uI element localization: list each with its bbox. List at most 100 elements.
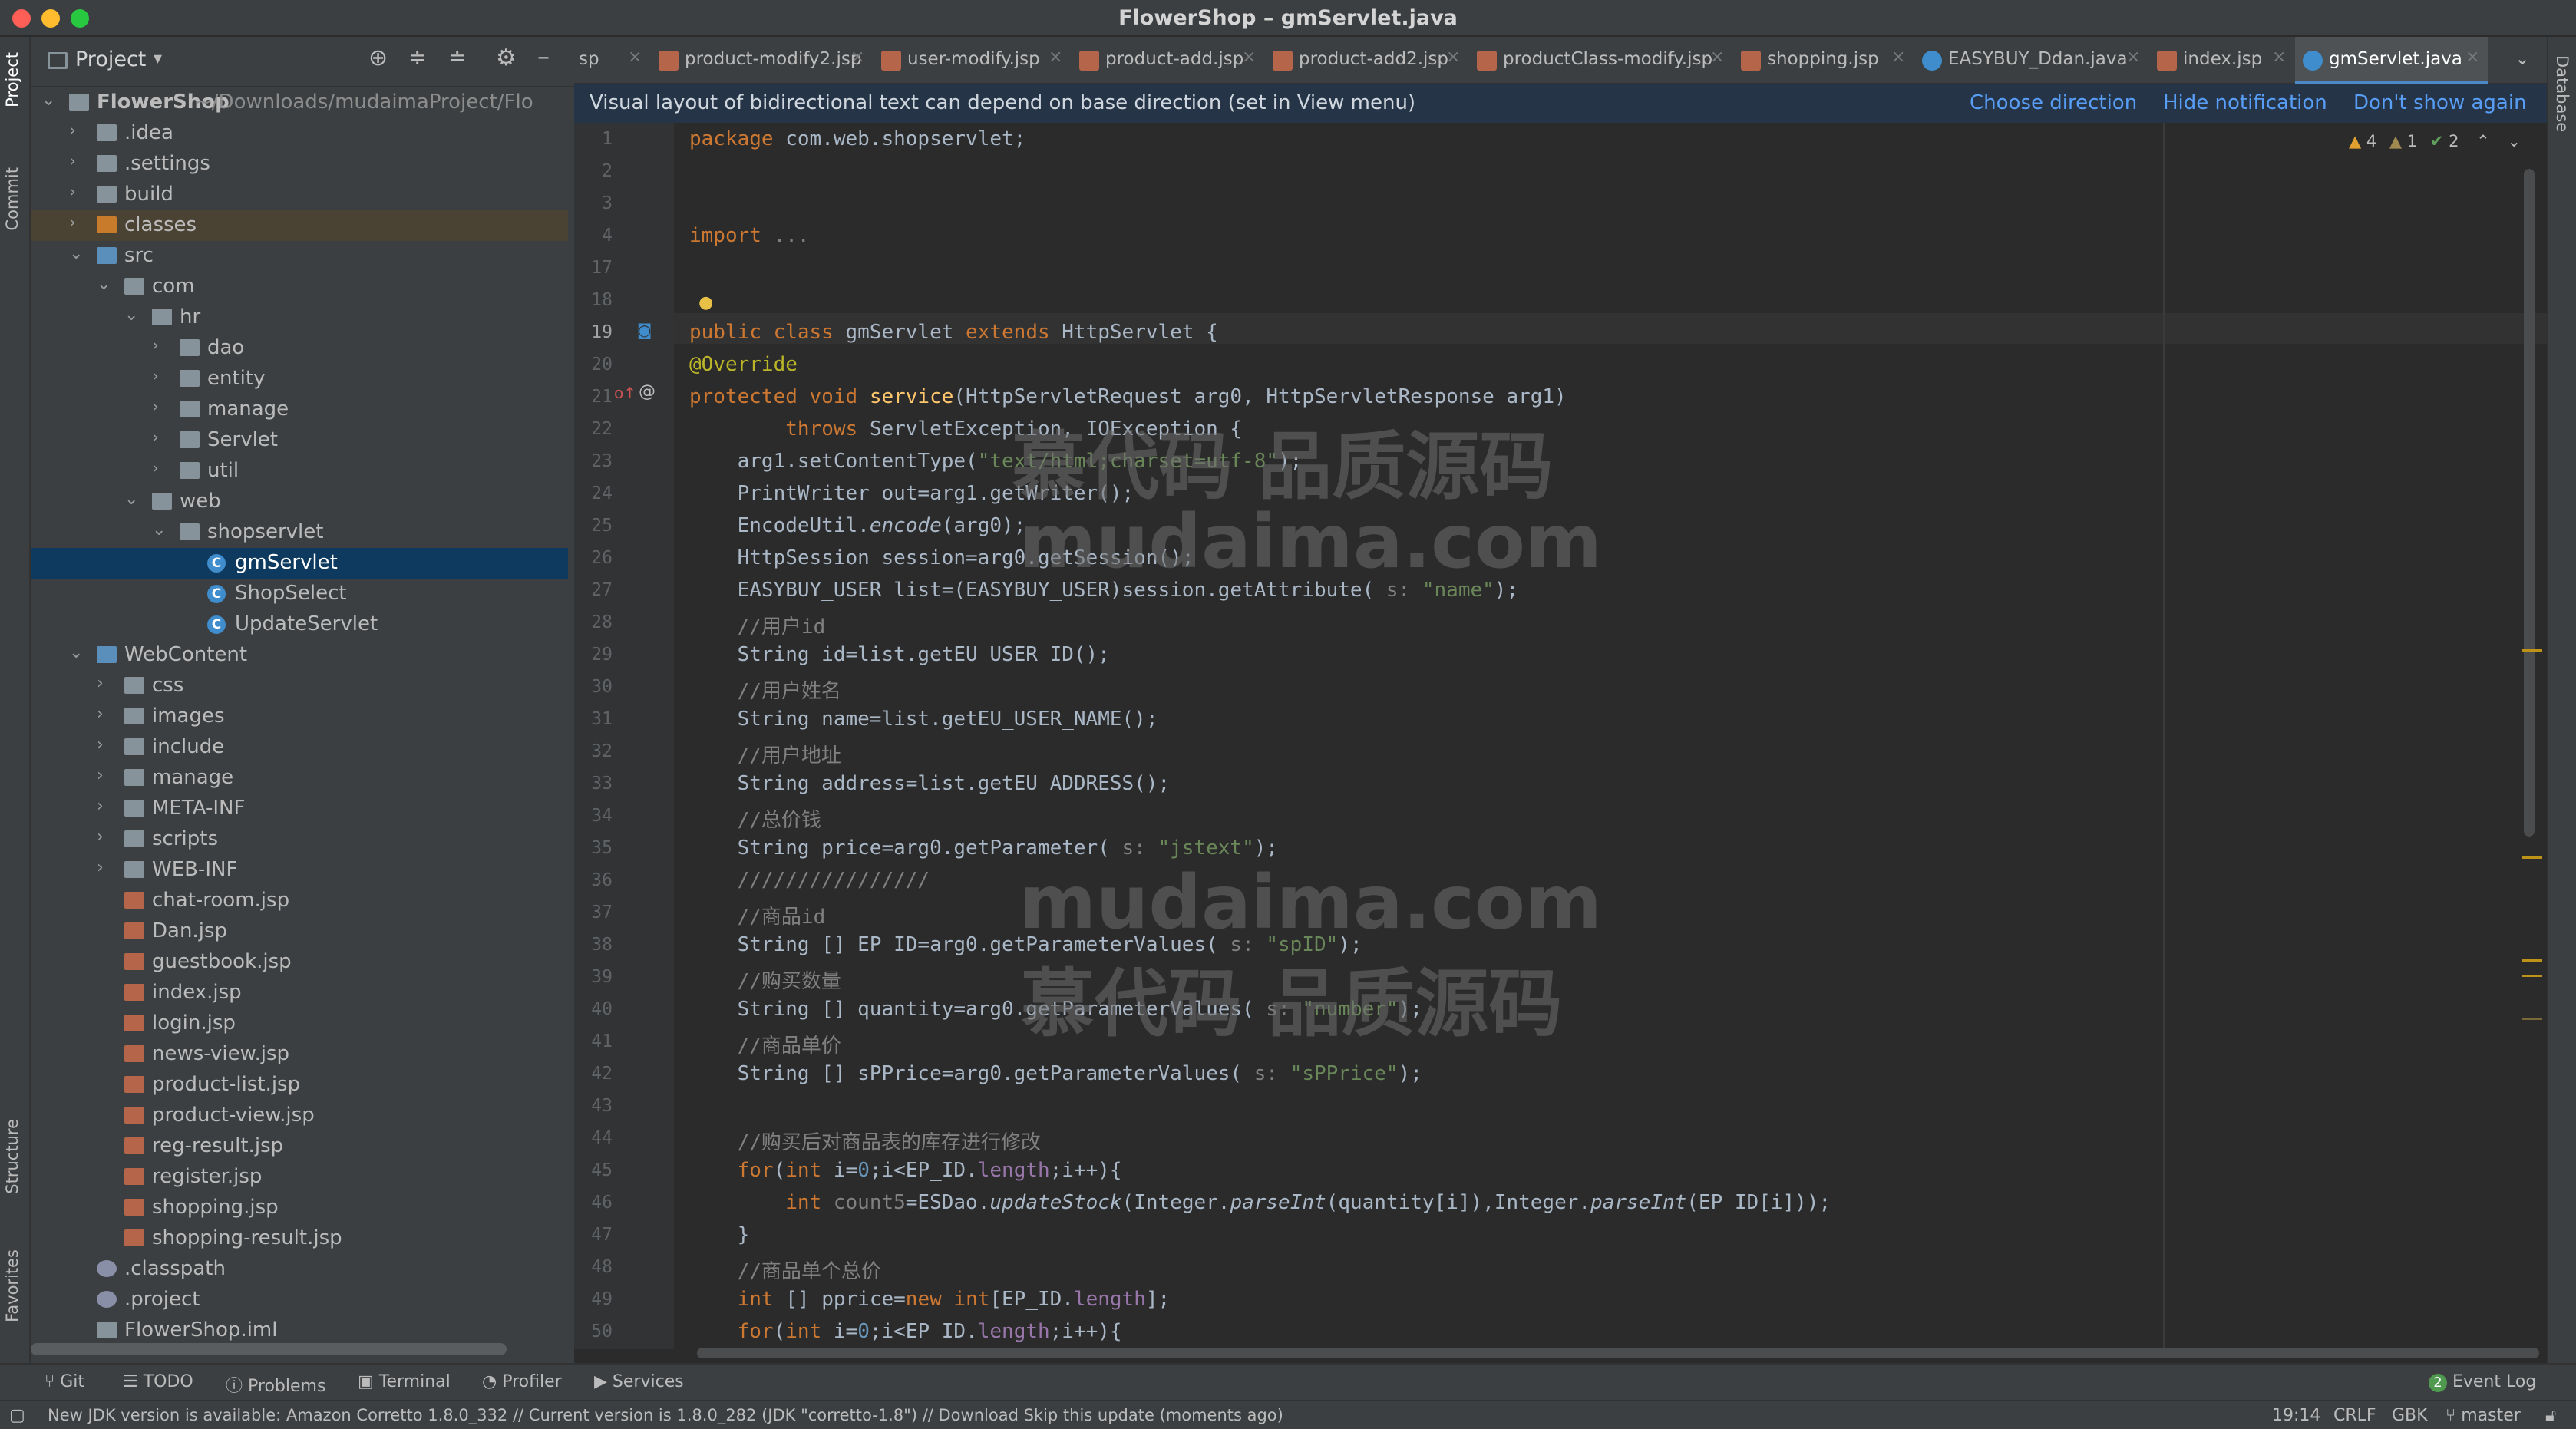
services-tool-button[interactable]: ▶ Services <box>594 1372 684 1391</box>
close-tab-icon[interactable]: × <box>1049 48 1062 67</box>
chevron-right-icon[interactable]: › <box>152 428 159 447</box>
expand-all-icon[interactable]: ≑ <box>408 45 426 70</box>
code-line[interactable]: protected void service(HttpServletReques… <box>689 385 1567 408</box>
locate-icon[interactable]: ⊕ <box>368 45 388 71</box>
choose-direction-link[interactable]: Choose direction <box>1970 91 2137 114</box>
structure-tool-tab[interactable]: Structure <box>3 1119 21 1194</box>
code-line[interactable]: //商品id <box>689 901 826 929</box>
tree-item[interactable]: CgmServlet <box>31 548 568 579</box>
tree-item[interactable]: guestbook.jsp <box>31 947 568 978</box>
annotation-gutter-icon[interactable]: @ <box>639 382 656 401</box>
lightbulb-icon[interactable]: ● <box>698 293 713 312</box>
tree-item[interactable]: index.jsp <box>31 978 568 1008</box>
close-tab-icon[interactable]: × <box>1242 48 1256 67</box>
code-line[interactable]: String name=list.getEU_USER_NAME(); <box>689 708 1158 731</box>
chevron-right-icon[interactable]: › <box>97 858 104 877</box>
code-line[interactable]: String address=list.getEU_ADDRESS(); <box>689 772 1171 795</box>
status-panel-toggle-icon[interactable]: ▢ <box>9 1406 25 1425</box>
tree-item[interactable]: C ShopSelect <box>31 579 568 609</box>
close-tab-icon[interactable]: × <box>1891 48 1905 67</box>
code-line[interactable]: //总价钱 <box>689 804 821 833</box>
event-log-button[interactable]: 2 Event Log <box>2429 1372 2536 1392</box>
code-line[interactable]: int count5=ESDao.updateStock(Integer.par… <box>689 1191 1831 1214</box>
tree-item[interactable]: register.jsp <box>31 1162 568 1193</box>
inspection-widget[interactable]: ▲ 4 ▲ 1 ✔ 2 ⌃ ⌄ <box>2349 132 2521 150</box>
tree-item[interactable]: › WEB-INF <box>31 855 568 886</box>
tree-item[interactable]: ⌄ FlowerShop ~/Downloads/mudaimaProject/Fl… <box>31 87 568 118</box>
chevron-right-icon[interactable]: › <box>69 213 76 233</box>
dont-show-again-link[interactable]: Don't show again <box>2353 91 2527 114</box>
code-line[interactable]: String price=arg0.getParameter( s: "jste… <box>689 837 1278 860</box>
code-line[interactable]: int [] pprice=new int[EP_ID.length]; <box>689 1288 1171 1311</box>
close-tab-icon[interactable]: × <box>1446 48 1460 67</box>
code-line[interactable]: //用户id <box>689 611 826 639</box>
tree-item[interactable]: › classes <box>31 210 568 241</box>
code-line[interactable]: import ... <box>689 224 810 247</box>
collapse-all-icon[interactable]: ≐ <box>448 45 466 70</box>
file-encoding[interactable]: GBK <box>2392 1406 2428 1425</box>
override-gutter-icon[interactable]: o↑ <box>614 384 636 402</box>
error-stripe-mark[interactable] <box>2522 856 2542 859</box>
hide-notification-link[interactable]: Hide notification <box>2163 91 2327 114</box>
tree-item[interactable]: › manage <box>31 763 568 794</box>
tree-item[interactable]: › entity <box>31 364 568 394</box>
chevron-down-icon[interactable]: ⌄ <box>69 643 83 662</box>
tree-item[interactable]: › META-INF <box>31 794 568 824</box>
code-line[interactable]: EncodeUtil.encode(arg0); <box>689 514 1026 537</box>
code-line[interactable]: @Override <box>689 353 798 376</box>
chevron-right-icon[interactable]: › <box>69 183 76 202</box>
lock-icon[interactable]: 🔓︎ <box>2545 1406 2556 1425</box>
code-line[interactable]: //商品单价 <box>689 1030 841 1058</box>
project-tool-tab[interactable]: Project <box>3 52 21 107</box>
problems-tool-button[interactable]: ⓘ Problems <box>226 1372 325 1397</box>
git-tool-button[interactable]: ⑂ Git <box>45 1372 84 1391</box>
tree-item[interactable]: product-view.jsp <box>31 1101 568 1131</box>
todo-tool-button[interactable]: ☰ TODO <box>123 1372 193 1391</box>
tree-item[interactable]: ⌄ com <box>31 272 568 302</box>
chevron-down-icon[interactable]: ⌄ <box>124 305 138 325</box>
tree-item[interactable]: › util <box>31 456 568 487</box>
tree-item[interactable]: news-view.jsp <box>31 1039 568 1070</box>
tree-item[interactable]: › manage <box>31 394 568 425</box>
code-line[interactable]: String id=list.getEU_USER_ID(); <box>689 643 1110 666</box>
tree-item[interactable]: ⌄ web <box>31 487 568 517</box>
editor-tab[interactable]: product-add.jsp × <box>1072 37 1265 84</box>
gear-icon[interactable]: ⚙ <box>496 45 517 71</box>
previous-highlight-icon[interactable]: ⌃ <box>2476 132 2490 150</box>
editor-tab[interactable]: product-add2.jsp × <box>1265 37 1469 84</box>
project-horizontal-scrollbar[interactable] <box>31 1343 507 1355</box>
code-line[interactable]: String [] sPPrice=arg0.getParameterValue… <box>689 1062 1422 1085</box>
tree-item[interactable]: › dao <box>31 333 568 364</box>
chevron-down-icon[interactable]: ⌄ <box>124 490 138 509</box>
editor-tab[interactable]: index.jsp × <box>2149 37 2295 84</box>
chevron-down-icon[interactable]: ⌄ <box>97 275 111 294</box>
chevron-right-icon[interactable]: › <box>97 766 104 785</box>
commit-tool-tab[interactable]: Commit <box>3 167 21 231</box>
chevron-down-icon[interactable]: ⌄ <box>152 520 166 540</box>
chevron-right-icon[interactable]: › <box>69 152 76 171</box>
code-line[interactable]: //用户姓名 <box>689 675 841 704</box>
chevron-right-icon[interactable]: › <box>69 121 76 140</box>
chevron-down-icon[interactable]: ⌄ <box>41 91 55 110</box>
tree-item[interactable]: › Servlet <box>31 425 568 456</box>
close-tab-icon[interactable]: × <box>2272 48 2286 67</box>
tree-item[interactable]: shopping.jsp <box>31 1193 568 1223</box>
chevron-right-icon[interactable]: › <box>152 336 159 355</box>
tree-item[interactable]: › scripts <box>31 824 568 855</box>
chevron-right-icon[interactable]: › <box>97 797 104 816</box>
status-message[interactable]: New JDK version is available: Amazon Cor… <box>48 1406 1283 1424</box>
tree-item[interactable]: .classpath <box>31 1254 568 1285</box>
tree-item[interactable]: › images <box>31 701 568 732</box>
code-line[interactable]: } <box>689 1223 750 1246</box>
profiler-tool-button[interactable]: ◔ Profiler <box>482 1372 562 1391</box>
editor-tab[interactable]: EASYBUY_Ddan.java × <box>1914 37 2149 84</box>
chevron-right-icon[interactable]: › <box>97 735 104 754</box>
tree-item[interactable]: chat-room.jsp <box>31 886 568 916</box>
hide-panel-icon[interactable]: – <box>537 41 550 71</box>
error-stripe-mark[interactable] <box>2522 959 2542 962</box>
line-separator[interactable]: CRLF <box>2333 1406 2376 1425</box>
git-branch-widget[interactable]: ⑂ master <box>2446 1406 2521 1425</box>
code-line[interactable]: public class gmServlet extends HttpServl… <box>689 321 1218 344</box>
tree-item[interactable]: reg-result.jsp <box>31 1131 568 1162</box>
editor-tab[interactable]: product-modify2.jsp × <box>651 37 874 84</box>
